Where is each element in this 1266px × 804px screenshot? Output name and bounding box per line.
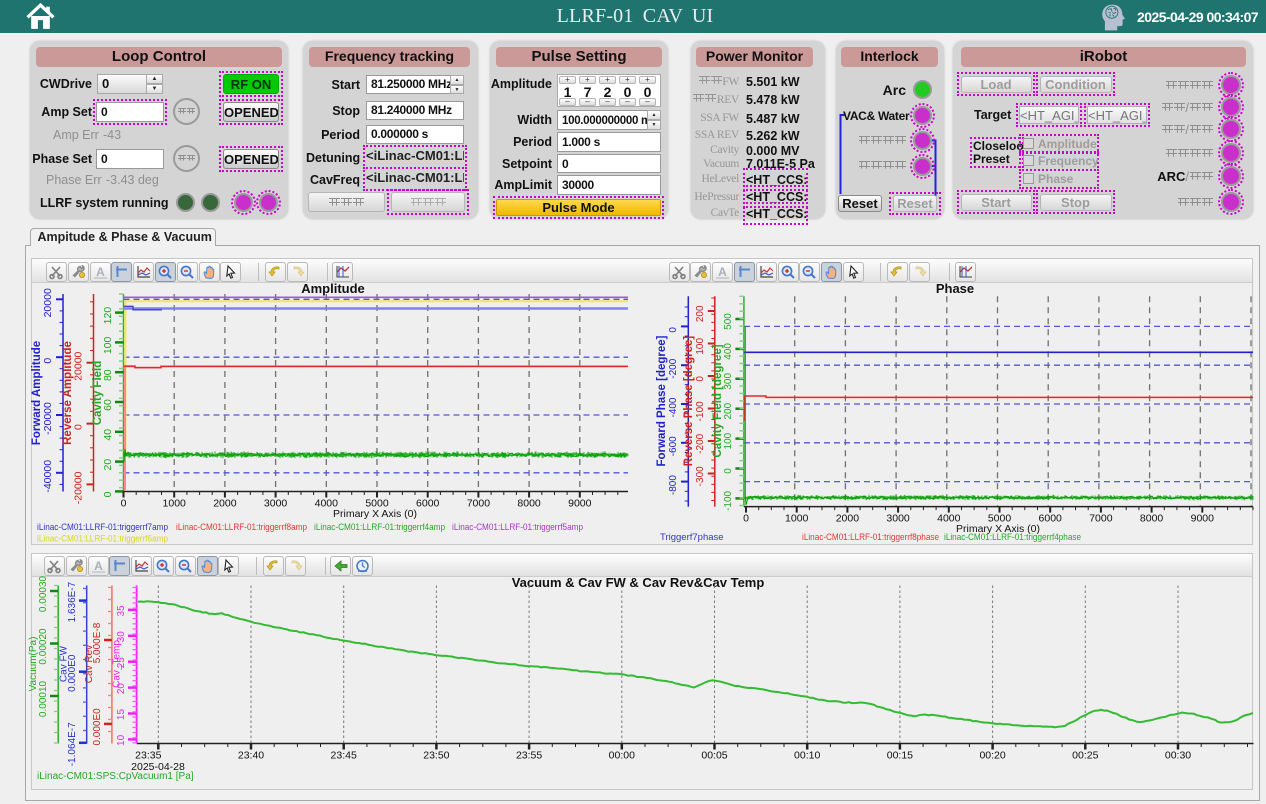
svg-text:Cav FW: Cav FW (59, 645, 70, 682)
svg-text:00:25: 00:25 (1072, 750, 1098, 762)
svg-text:Vacuum(Pa): Vacuum(Pa) (28, 637, 39, 692)
svg-text:3000: 3000 (264, 498, 288, 510)
svg-text:6000: 6000 (1039, 513, 1063, 525)
svg-text:iLinac-CM01:SPS:CpVacuum1 [Pa]: iLinac-CM01:SPS:CpVacuum1 [Pa] (37, 771, 194, 782)
svg-text:20: 20 (102, 459, 114, 471)
svg-text:Amplitude: Amplitude (301, 281, 365, 296)
svg-text:00:10: 00:10 (794, 750, 820, 762)
svg-text:9000: 9000 (1191, 513, 1215, 525)
svg-text:35: 35 (116, 605, 127, 617)
svg-text:23:40: 23:40 (238, 750, 264, 762)
svg-text:300: 300 (723, 373, 734, 390)
svg-text:100: 100 (102, 336, 114, 354)
svg-text:iLinac-CM01:LLRF-01:triggerrf4: iLinac-CM01:LLRF-01:triggerrf4phase (944, 532, 1081, 543)
svg-text:Forward Phase [degree]: Forward Phase [degree] (656, 335, 668, 466)
svg-text:8000: 8000 (517, 498, 541, 510)
svg-text:Cavity Field: Cavity Field (92, 361, 104, 426)
svg-text:iLinac-CM01:LLRF-01:triggerrf5: iLinac-CM01:LLRF-01:triggerrf5amp (452, 522, 583, 533)
svg-text:200: 200 (695, 305, 706, 322)
svg-text:3000: 3000 (886, 513, 910, 525)
svg-text:0: 0 (42, 358, 54, 364)
svg-text:iLinac-CM01:LLRF-01:triggerrf4: iLinac-CM01:LLRF-01:triggerrf4amp (314, 522, 445, 533)
svg-text:-300: -300 (695, 466, 706, 486)
svg-text:-1.064E-7: -1.064E-7 (67, 722, 78, 766)
svg-text:-200: -200 (695, 433, 706, 453)
svg-text:9000: 9000 (568, 498, 592, 510)
svg-text:0: 0 (73, 424, 85, 430)
svg-text:-800: -800 (668, 475, 679, 495)
svg-text:8000: 8000 (1140, 513, 1164, 525)
svg-text:0.00020: 0.00020 (38, 628, 49, 665)
svg-text:15: 15 (116, 709, 127, 721)
svg-text:2000: 2000 (836, 513, 860, 525)
svg-text:-20000: -20000 (73, 471, 85, 504)
svg-text:20000: 20000 (73, 351, 85, 380)
svg-text:500: 500 (723, 313, 734, 330)
svg-text:400: 400 (723, 343, 734, 360)
svg-text:Cav Rev: Cav Rev (84, 645, 95, 683)
svg-text:iLinac-CM01:LLRF-01:triggerrf8: iLinac-CM01:LLRF-01:triggerrf8amp (176, 522, 307, 533)
svg-text:Reverse Phase [degree]: Reverse Phase [degree] (683, 336, 695, 467)
svg-text:1.636E-7: 1.636E-7 (67, 581, 78, 622)
svg-text:0: 0 (121, 498, 127, 510)
svg-text:-600: -600 (668, 436, 679, 456)
svg-text:40: 40 (102, 429, 114, 441)
svg-text:iLinac-CM01:LLRF-01:triggerrf8: iLinac-CM01:LLRF-01:triggerrf8phase (802, 532, 939, 543)
svg-text:23:55: 23:55 (516, 750, 542, 762)
svg-text:20000: 20000 (42, 288, 54, 317)
svg-text:100: 100 (695, 338, 706, 355)
svg-text:2000: 2000 (213, 498, 237, 510)
svg-text:-200: -200 (668, 358, 679, 378)
svg-text:100: 100 (723, 432, 734, 449)
svg-text:0: 0 (102, 491, 114, 497)
svg-text:iLinac-CM01:LLRF-01:triggerrf6: iLinac-CM01:LLRF-01:triggerrf6amp (37, 534, 168, 545)
svg-text:6000: 6000 (416, 498, 440, 510)
svg-text:1000: 1000 (163, 498, 187, 510)
svg-text:23:50: 23:50 (423, 750, 449, 762)
svg-text:00:05: 00:05 (701, 750, 727, 762)
svg-text:00:30: 00:30 (1165, 750, 1191, 762)
svg-text:Vacuum & Cav FW & Cav Rev&Cav: Vacuum & Cav FW & Cav Rev&Cav Temp (512, 575, 765, 590)
svg-text:0: 0 (743, 513, 749, 525)
svg-text:0: 0 (695, 376, 706, 382)
svg-text:-400: -400 (668, 397, 679, 417)
svg-text:0: 0 (723, 468, 734, 474)
svg-text:0.000E0: 0.000E0 (92, 708, 103, 746)
svg-text:-40000: -40000 (42, 460, 54, 493)
svg-text:7000: 7000 (467, 498, 491, 510)
svg-text:0: 0 (668, 327, 679, 333)
svg-text:23:45: 23:45 (331, 750, 357, 762)
svg-text:Forward Amplitude: Forward Amplitude (31, 341, 43, 445)
svg-text:Triggerf7phase: Triggerf7phase (660, 532, 724, 543)
svg-text:120: 120 (102, 307, 114, 325)
svg-text:0.00030: 0.00030 (38, 575, 49, 612)
svg-text:00:15: 00:15 (887, 750, 913, 762)
svg-text:0.00010: 0.00010 (38, 680, 49, 717)
svg-text:23:35: 23:35 (135, 750, 161, 762)
svg-text:-20000: -20000 (42, 402, 54, 435)
svg-text:Phase: Phase (936, 281, 974, 296)
svg-text:Primary X Axis (0): Primary X Axis (0) (333, 508, 417, 520)
svg-text:00:20: 00:20 (979, 750, 1005, 762)
svg-text:Cavity Field [degree]: Cavity Field [degree] (712, 344, 724, 457)
svg-text:10: 10 (116, 734, 127, 746)
svg-text:1000: 1000 (785, 513, 809, 525)
svg-text:Cav_Temp: Cav_Temp (112, 640, 123, 688)
svg-text:-100: -100 (723, 490, 734, 510)
svg-text:-100: -100 (695, 401, 706, 421)
svg-text:iLinac-CM01:LLRF-01:triggerrf7: iLinac-CM01:LLRF-01:triggerrf7amp (37, 522, 168, 533)
svg-text:7000: 7000 (1089, 513, 1113, 525)
svg-text:Reverse Amplitude: Reverse Amplitude (62, 341, 74, 445)
svg-text:00:00: 00:00 (609, 750, 635, 762)
svg-text:200: 200 (723, 402, 734, 419)
